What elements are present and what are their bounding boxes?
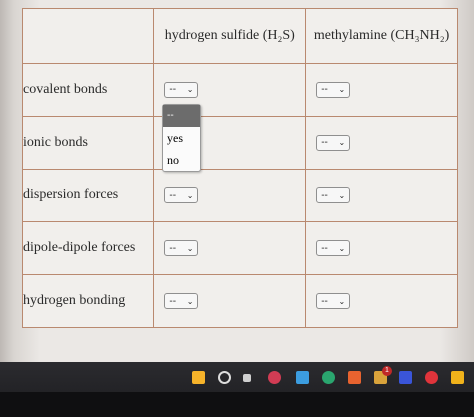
table-row: hydrogen bonding -- ⌄ -- ⌄: [21, 274, 458, 328]
table-row: dipole-dipole forces -- ⌄ -- ⌄: [21, 221, 458, 276]
chevron-down-icon: ⌄: [338, 190, 346, 200]
dipole-h2s-select[interactable]: -- ⌄: [164, 240, 199, 257]
select-value: --: [321, 137, 328, 149]
dropdown-option-no[interactable]: no: [163, 149, 200, 171]
mail-icon[interactable]: [425, 371, 438, 384]
checkmark-icon[interactable]: [451, 371, 464, 384]
windows-start-icon[interactable]: [192, 371, 205, 384]
select-value: --: [321, 189, 328, 201]
app-icon[interactable]: [348, 371, 361, 384]
select-value: --: [169, 242, 177, 254]
file-explorer-icon[interactable]: [296, 371, 309, 384]
chat-icon[interactable]: [268, 371, 281, 384]
select-value: --: [321, 295, 328, 307]
dipole-ch3nh2-select[interactable]: -- ⌄: [316, 240, 351, 257]
vpn-icon[interactable]: [399, 371, 412, 384]
select-value: --: [169, 84, 177, 96]
chevron-down-icon: ⌄: [338, 138, 346, 148]
cell-dipole-ch3nh2: -- ⌄: [305, 221, 458, 276]
chevron-down-icon: ⌄: [186, 85, 194, 95]
cell-ionic-ch3nh2: -- ⌄: [305, 115, 458, 170]
cell-covalent-ch3nh2: -- ⌄: [305, 63, 458, 117]
corner-cell: [21, 8, 155, 64]
row-label-dispersion: dispersion forces: [21, 168, 155, 223]
chevron-down-icon: ⌄: [186, 296, 194, 306]
notification-badge: 1: [382, 366, 392, 376]
task-view-icon[interactable]: [243, 374, 251, 382]
row-label-hydrogen-bonding: hydrogen bonding: [21, 274, 155, 328]
chevron-down-icon: ⌄: [186, 190, 194, 200]
chevron-down-icon: ⌄: [186, 243, 194, 253]
table-row: dispersion forces -- ⌄ -- ⌄: [21, 168, 458, 223]
table-row: covalent bonds -- ⌄ -- ⌄: [21, 63, 458, 117]
cell-dipole-h2s: -- ⌄: [153, 221, 307, 276]
hbond-h2s-select[interactable]: -- ⌄: [164, 293, 199, 310]
dropdown-option-blank[interactable]: --: [163, 105, 200, 127]
row-label-ionic: ionic bonds: [21, 115, 155, 170]
chevron-down-icon: ⌄: [338, 296, 346, 306]
column-header-h2s: hydrogen sulfide (H₂S): [153, 8, 307, 64]
row-label-dipole: dipole-dipole forces: [21, 221, 155, 276]
row-label-covalent: covalent bonds: [21, 63, 155, 117]
table-row: ionic bonds yes -- ⌄: [21, 115, 458, 170]
dispersion-ch3nh2-select[interactable]: -- ⌄: [316, 187, 351, 204]
header-row: hydrogen sulfide (H₂S) methylamine (CH₃N…: [21, 8, 458, 64]
cell-dispersion-ch3nh2: -- ⌄: [305, 168, 458, 223]
bonding-table: hydrogen sulfide (H₂S) methylamine (CH₃N…: [21, 8, 458, 328]
covalent-h2s-select[interactable]: -- ⌄: [164, 81, 199, 98]
desk-surface: [0, 392, 474, 417]
hbond-ch3nh2-select[interactable]: -- ⌄: [316, 293, 351, 310]
select-value: --: [321, 242, 328, 254]
select-value: --: [321, 84, 328, 96]
column-header-ch3nh2: methylamine (CH₃NH₂): [305, 8, 458, 64]
search-icon[interactable]: [218, 371, 231, 384]
chevron-down-icon: ⌄: [338, 85, 346, 95]
dispersion-h2s-select[interactable]: -- ⌄: [164, 187, 199, 204]
dropdown-option-yes[interactable]: yes: [163, 127, 200, 149]
select-value: --: [169, 189, 177, 201]
cell-dispersion-h2s: -- ⌄: [153, 168, 307, 223]
chevron-down-icon: ⌄: [338, 243, 346, 253]
covalent-ch3nh2-select[interactable]: -- ⌄: [316, 81, 351, 98]
edge-browser-icon[interactable]: [322, 371, 335, 384]
select-value: --: [169, 295, 177, 307]
cell-hbond-ch3nh2: -- ⌄: [305, 274, 458, 328]
ionic-ch3nh2-select[interactable]: -- ⌄: [316, 134, 351, 151]
cell-hbond-h2s: -- ⌄: [153, 274, 307, 328]
open-dropdown-menu[interactable]: -- yes no: [162, 104, 201, 172]
